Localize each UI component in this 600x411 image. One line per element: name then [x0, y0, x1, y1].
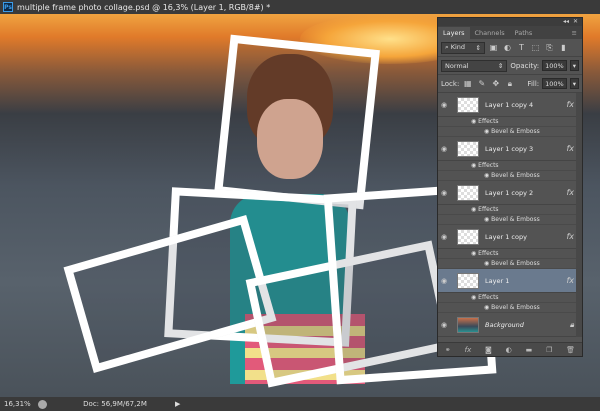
delete-trash-icon[interactable]: 🗑︎ — [566, 346, 575, 354]
add-mask-icon[interactable]: ◙ — [485, 346, 492, 354]
layer-name[interactable]: Layer 1 copy 3 — [485, 145, 566, 153]
layer-thumbnail — [457, 228, 479, 245]
bevel-emboss-row[interactable]: ◉ Bevel & Emboss — [438, 303, 582, 313]
status-menu-arrow-icon[interactable]: ▶ — [175, 400, 180, 408]
layer-row[interactable]: ◉ Layer 1 copy 4 fx — [438, 93, 582, 117]
document-title: multiple frame photo collage.psd @ 16,3%… — [17, 2, 271, 12]
filter-type-icon[interactable]: T — [516, 43, 527, 53]
effects-row[interactable]: ◉ Effects — [438, 117, 582, 127]
layer-row[interactable]: ◉ Layer 1 copy 3 fx — [438, 137, 582, 161]
visibility-eye-icon[interactable]: ◉ — [441, 277, 453, 285]
bevel-emboss-row[interactable]: ◉ Bevel & Emboss — [438, 259, 582, 269]
layer-row-selected[interactable]: ◉ Layer 1 fx — [438, 269, 582, 293]
title-bar: Ps multiple frame photo collage.psd @ 16… — [0, 0, 600, 14]
layer-row[interactable]: ◉ Layer 1 copy 2 fx — [438, 181, 582, 205]
lock-icon: 🔒︎ — [569, 319, 574, 329]
layer-thumbnail — [457, 272, 479, 289]
layer-name[interactable]: Layer 1 copy — [485, 233, 566, 241]
effects-row[interactable]: ◉ Effects — [438, 249, 582, 259]
filter-toggle-icon[interactable]: ▮ — [558, 43, 569, 53]
effects-row[interactable]: ◉ Effects — [438, 205, 582, 215]
filter-kind-select[interactable]: ⌕ Kind ⇕ — [441, 41, 485, 54]
visibility-eye-icon[interactable]: ◉ — [441, 233, 453, 241]
lock-move-icon[interactable]: ✥ — [490, 79, 501, 89]
opacity-input[interactable]: 100% — [542, 60, 567, 71]
layer-name[interactable]: Layer 1 copy 4 — [485, 101, 566, 109]
filter-image-icon[interactable]: ▣ — [488, 43, 499, 53]
bevel-emboss-row[interactable]: ◉ Bevel & Emboss — [438, 127, 582, 137]
layers-list: ◉ Layer 1 copy 4 fx ◉ Effects ◉ Bevel & Em… — [438, 93, 582, 337]
layer-row[interactable]: ◉ Layer 1 copy fx — [438, 225, 582, 249]
fx-icon[interactable]: fx — [566, 188, 574, 197]
fx-icon[interactable]: fx — [566, 276, 574, 285]
status-info-icon[interactable] — [38, 399, 47, 409]
photoshop-logo-icon: Ps — [3, 2, 13, 12]
fill-label: Fill: — [527, 79, 540, 88]
tab-channels[interactable]: Channels — [470, 27, 510, 39]
doc-size: Doc: 56,9M/67,2M — [83, 400, 147, 408]
bevel-emboss-row[interactable]: ◉ Bevel & Emboss — [438, 215, 582, 225]
lock-transparent-icon[interactable]: ▦ — [462, 79, 473, 89]
visibility-eye-icon[interactable]: ◉ — [441, 321, 453, 329]
visibility-eye-icon[interactable]: ◉ — [441, 145, 453, 153]
layers-toolbar: ⚭ fx ◙ ◐ ▬ ❐ 🗑︎ — [438, 342, 582, 356]
panel-menu-icon[interactable]: ≡ — [567, 27, 582, 39]
layers-scrollbar[interactable] — [576, 93, 582, 337]
close-icon[interactable]: ✕ — [573, 18, 578, 26]
status-bar: 16,31% Doc: 56,9M/67,2M ▶ — [0, 397, 600, 411]
adjustment-layer-icon[interactable]: ◐ — [506, 346, 512, 354]
fx-icon[interactable]: fx — [566, 232, 574, 241]
opacity-label: Opacity: — [510, 61, 540, 70]
fill-input[interactable]: 100% — [542, 78, 567, 89]
fx-icon[interactable]: fx — [566, 100, 574, 109]
lock-brush-icon[interactable]: ✎ — [476, 79, 487, 89]
link-layers-icon[interactable]: ⚭ — [445, 346, 451, 354]
fx-icon[interactable]: fx — [566, 144, 574, 153]
bevel-emboss-row[interactable]: ◉ Bevel & Emboss — [438, 171, 582, 181]
layer-name[interactable]: Layer 1 copy 2 — [485, 189, 566, 197]
filter-smart-object-icon[interactable]: ⎘ — [544, 43, 555, 53]
zoom-level[interactable]: 16,31% — [0, 400, 31, 408]
fill-dropdown[interactable]: ▾ — [569, 78, 579, 89]
visibility-eye-icon[interactable]: ◉ — [441, 189, 453, 197]
layer-thumbnail — [457, 184, 479, 201]
effects-row[interactable]: ◉ Effects — [438, 293, 582, 303]
opacity-dropdown[interactable]: ▾ — [569, 60, 579, 71]
layer-row[interactable]: ◉ Background 🔒︎ — [438, 313, 582, 337]
collapse-icon[interactable]: ◂◂ — [563, 18, 569, 26]
layer-thumbnail — [457, 96, 479, 113]
layer-thumbnail — [457, 140, 479, 157]
new-group-folder-icon[interactable]: ▬ — [526, 346, 533, 354]
photo-frame — [214, 34, 380, 210]
tab-paths[interactable]: Paths — [510, 27, 538, 39]
layer-name[interactable]: Layer 1 — [485, 277, 566, 285]
layer-thumbnail — [457, 316, 479, 333]
layer-name[interactable]: Background — [485, 321, 570, 329]
effects-row[interactable]: ◉ Effects — [438, 161, 582, 171]
filter-shape-icon[interactable]: ⬚ — [530, 43, 541, 53]
blend-mode-select[interactable]: Normal ⇕ — [441, 59, 508, 72]
add-style-fx-icon[interactable]: fx — [465, 346, 472, 354]
layers-panel: ◂◂ ✕ Layers Channels Paths ≡ ⌕ Kind ⇕ ▣ ◐ … — [437, 17, 583, 357]
filter-adjustment-icon[interactable]: ◐ — [502, 43, 513, 53]
lock-label: Lock: — [441, 79, 460, 88]
new-layer-icon[interactable]: ❐ — [546, 346, 552, 354]
visibility-eye-icon[interactable]: ◉ — [441, 101, 453, 109]
tab-layers[interactable]: Layers — [438, 27, 470, 39]
lock-all-icon[interactable]: 🔒︎ — [504, 79, 515, 89]
